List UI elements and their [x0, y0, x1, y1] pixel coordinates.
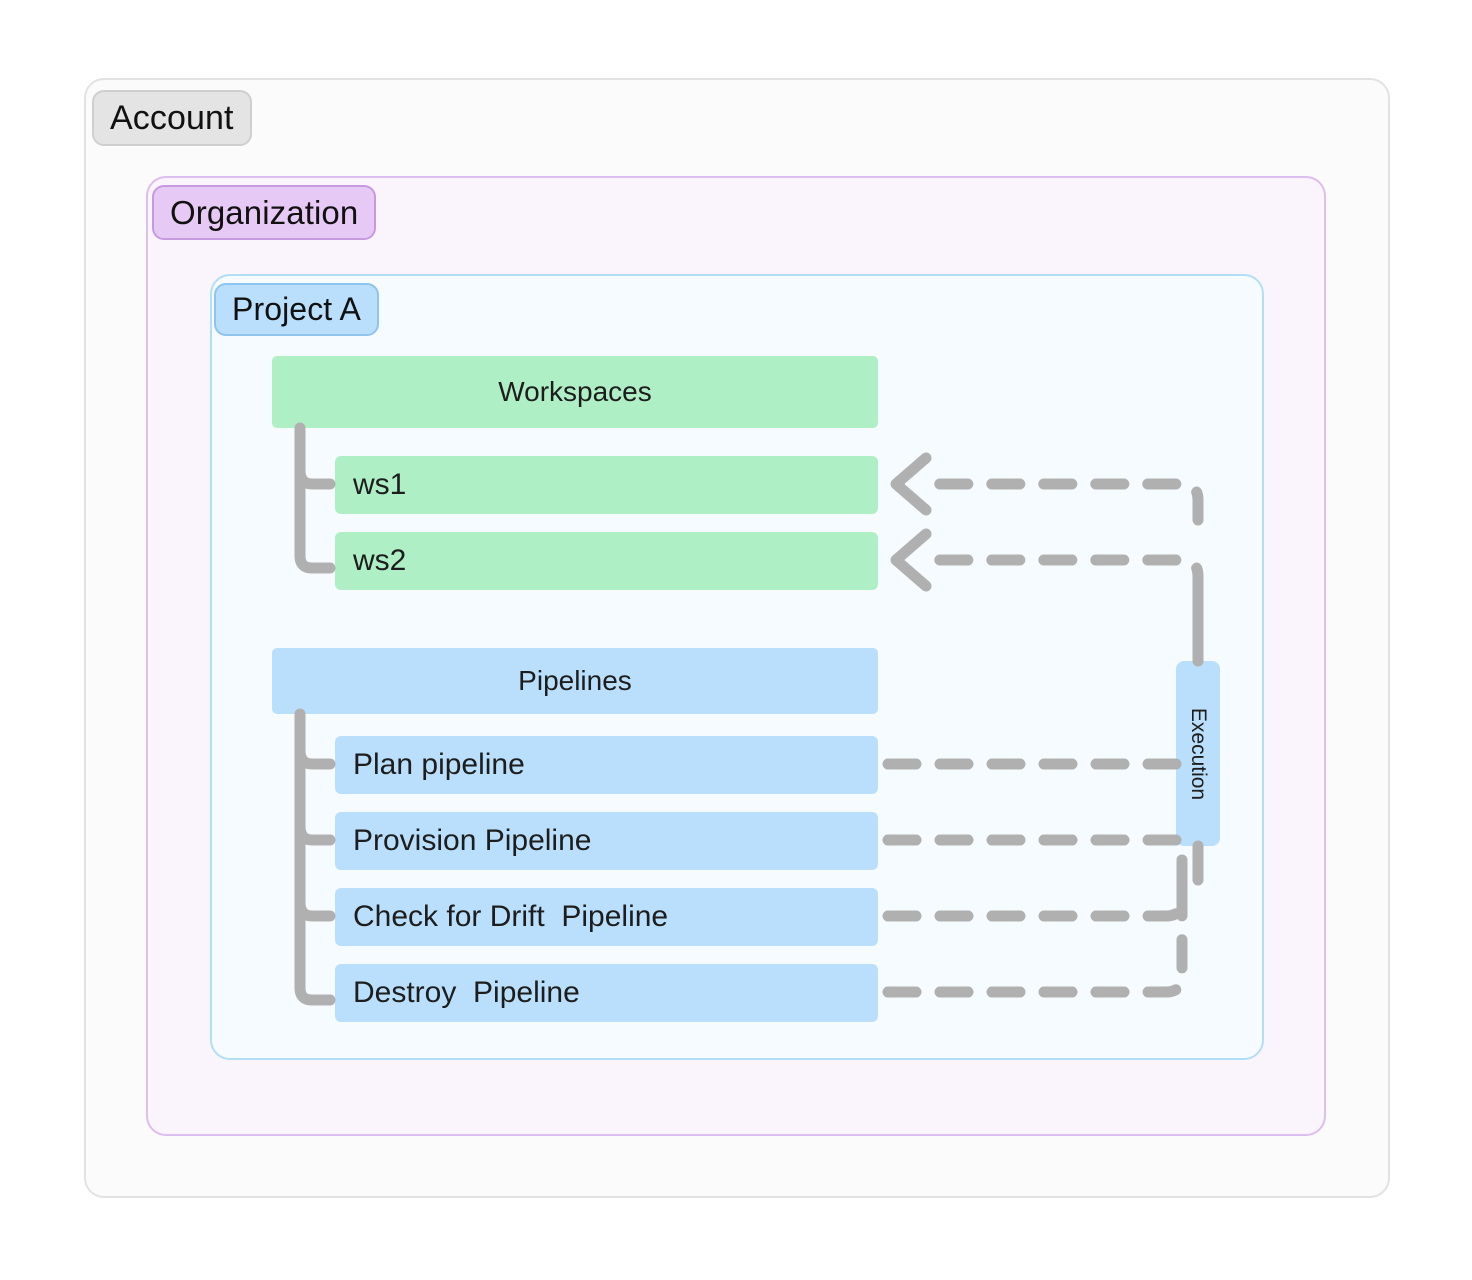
account-label: Account — [92, 90, 252, 146]
organization-label: Organization — [152, 185, 377, 240]
workspace-item-ws2[interactable]: ws2 — [335, 532, 878, 590]
workspaces-group-header: Workspaces — [272, 356, 878, 428]
diagram-canvas: Account Organization Project A Workspace… — [0, 0, 1472, 1280]
execution-label: Execution — [1187, 707, 1211, 800]
pipeline-item-destroy[interactable]: Destroy Pipeline — [335, 964, 878, 1022]
project-a-label: Project A — [214, 283, 379, 336]
pipelines-group-header: Pipelines — [272, 648, 878, 714]
execution-box[interactable]: Execution — [1176, 661, 1220, 846]
workspace-item-ws1[interactable]: ws1 — [335, 456, 878, 514]
pipeline-item-provision[interactable]: Provision Pipeline — [335, 812, 878, 870]
pipeline-item-check-for-drift[interactable]: Check for Drift Pipeline — [335, 888, 878, 946]
pipeline-item-plan[interactable]: Plan pipeline — [335, 736, 878, 794]
